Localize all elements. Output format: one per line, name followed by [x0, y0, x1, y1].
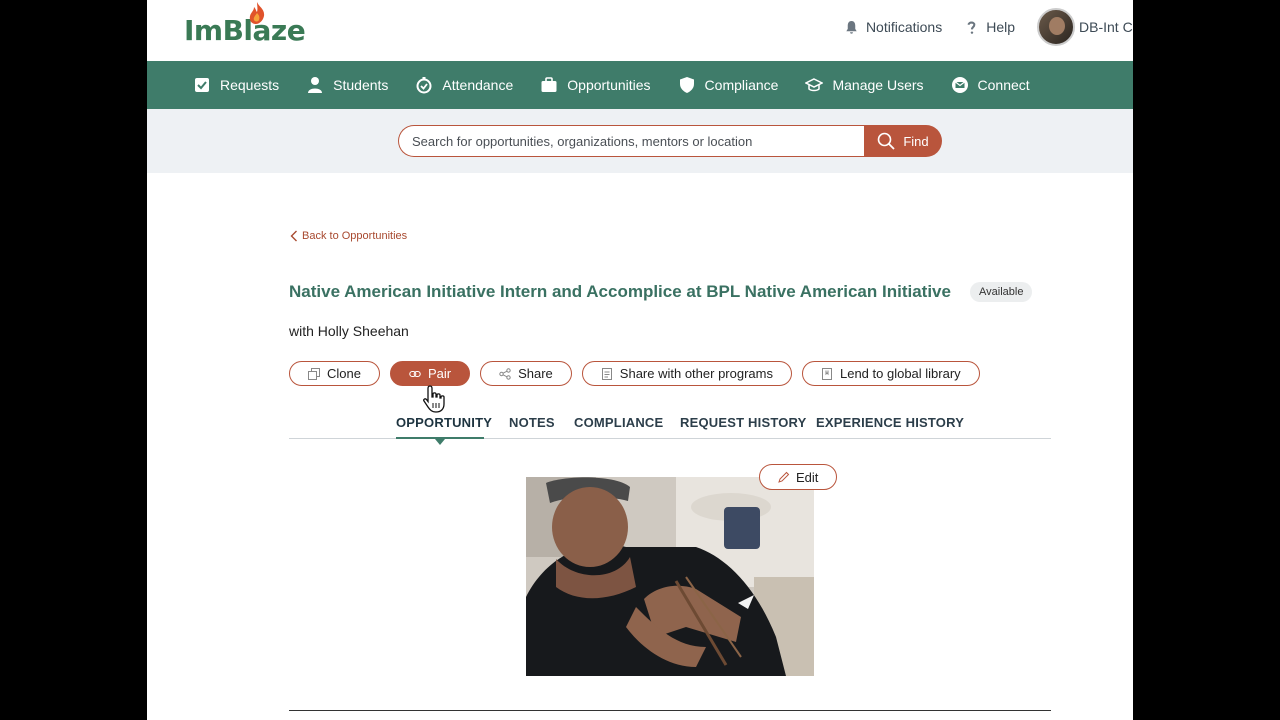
user-avatar[interactable]	[1037, 8, 1075, 46]
back-label: Back to Opportunities	[302, 230, 408, 242]
pair-label: Pair	[427, 366, 452, 381]
find-label: Find	[903, 133, 929, 149]
nav-label: Attendance	[442, 77, 514, 93]
nav-item-requests[interactable]: Requests	[193, 76, 279, 94]
active-tab-caret	[435, 439, 445, 445]
tab-opportunity[interactable]: OPPORTUNITY	[396, 415, 492, 430]
imblaze-logo[interactable]: ImBlaze	[184, 2, 306, 47]
nav-item-opportunities[interactable]: Opportunities	[540, 76, 651, 94]
share-icon	[499, 367, 511, 380]
bell-icon	[846, 20, 857, 34]
share-label: Share	[518, 366, 553, 381]
nav-item-students[interactable]: Students	[306, 76, 388, 94]
pair-button[interactable]: Pair	[389, 361, 471, 386]
copy-icon	[308, 367, 320, 380]
nav-item-manage-users[interactable]: Manage Users	[805, 76, 924, 94]
graduation-cap-icon	[805, 78, 824, 92]
section-divider	[289, 710, 1051, 711]
opportunity-photo	[526, 477, 814, 676]
tab-bar: OPPORTUNITY NOTES COMPLIANCE REQUEST HIS…	[289, 408, 1051, 445]
top-bar: ImBlaze Notifications Help DB-Int Co	[147, 0, 1133, 61]
tab-request-history[interactable]: REQUEST HISTORY	[680, 415, 807, 430]
action-buttons: Clone Pair Share Share with other progra…	[289, 361, 980, 386]
nav-label: Manage Users	[832, 77, 924, 93]
share-programs-label: Share with other programs	[619, 366, 773, 381]
share-with-programs-button[interactable]: Share with other programs	[581, 361, 792, 386]
question-mark-icon	[967, 21, 976, 34]
find-button[interactable]: Find	[864, 125, 942, 157]
tab-compliance[interactable]: COMPLIANCE	[574, 415, 663, 430]
lend-label: Lend to global library	[839, 366, 961, 381]
lend-to-library-button[interactable]: Lend to global library	[801, 361, 980, 386]
mentor-subtitle: with Holly Sheehan	[289, 323, 409, 339]
help-label: Help	[986, 19, 1015, 35]
page: ImBlaze Notifications Help DB-Int Co Req…	[147, 0, 1133, 720]
nav-item-connect[interactable]: Connect	[951, 76, 1030, 94]
chevron-left-icon	[290, 230, 297, 242]
pencil-icon	[778, 471, 790, 483]
flame-icon	[249, 2, 265, 24]
search-band: Find	[147, 109, 1133, 173]
nav-label: Students	[333, 77, 389, 93]
user-name[interactable]: DB-Int Co	[1079, 19, 1133, 35]
nav-item-attendance[interactable]: Attendance	[415, 76, 513, 94]
page-title: Native American Initiative Intern and Ac…	[289, 282, 951, 301]
briefcase-icon	[541, 77, 557, 92]
edit-button[interactable]: Edit	[759, 464, 838, 490]
clone-label: Clone	[327, 366, 361, 381]
nav-label: Compliance	[704, 77, 779, 93]
search-icon	[878, 132, 895, 150]
edit-label: Edit	[796, 469, 819, 485]
stopwatch-icon	[416, 77, 432, 94]
clone-button[interactable]: Clone	[289, 361, 380, 386]
notifications-link[interactable]: Notifications	[844, 19, 942, 35]
envelope-icon	[951, 77, 968, 93]
tab-experience-history[interactable]: EXPERIENCE HISTORY	[816, 415, 964, 430]
help-link[interactable]: Help	[964, 19, 1015, 35]
nav-label: Requests	[220, 77, 280, 93]
notifications-label: Notifications	[865, 19, 943, 35]
book-icon	[821, 367, 832, 380]
nav-label: Opportunities	[567, 77, 651, 93]
person-icon	[308, 77, 323, 93]
document-icon	[601, 367, 612, 380]
main-nav: Requests Students Attendance Opportuniti…	[147, 61, 1133, 109]
status-badge: Available	[970, 282, 1033, 302]
back-to-opportunities-link[interactable]: Back to Opportunities	[290, 230, 407, 242]
checkbox-icon	[195, 78, 209, 92]
tab-notes[interactable]: NOTES	[509, 415, 555, 430]
share-button[interactable]: Share	[480, 361, 572, 386]
shield-icon	[679, 77, 694, 93]
nav-item-compliance[interactable]: Compliance	[678, 76, 779, 94]
nav-label: Connect	[977, 77, 1030, 93]
top-actions: Notifications Help DB-Int Co	[844, 0, 1133, 54]
link-icon	[409, 370, 421, 377]
search-input[interactable]	[398, 125, 864, 157]
